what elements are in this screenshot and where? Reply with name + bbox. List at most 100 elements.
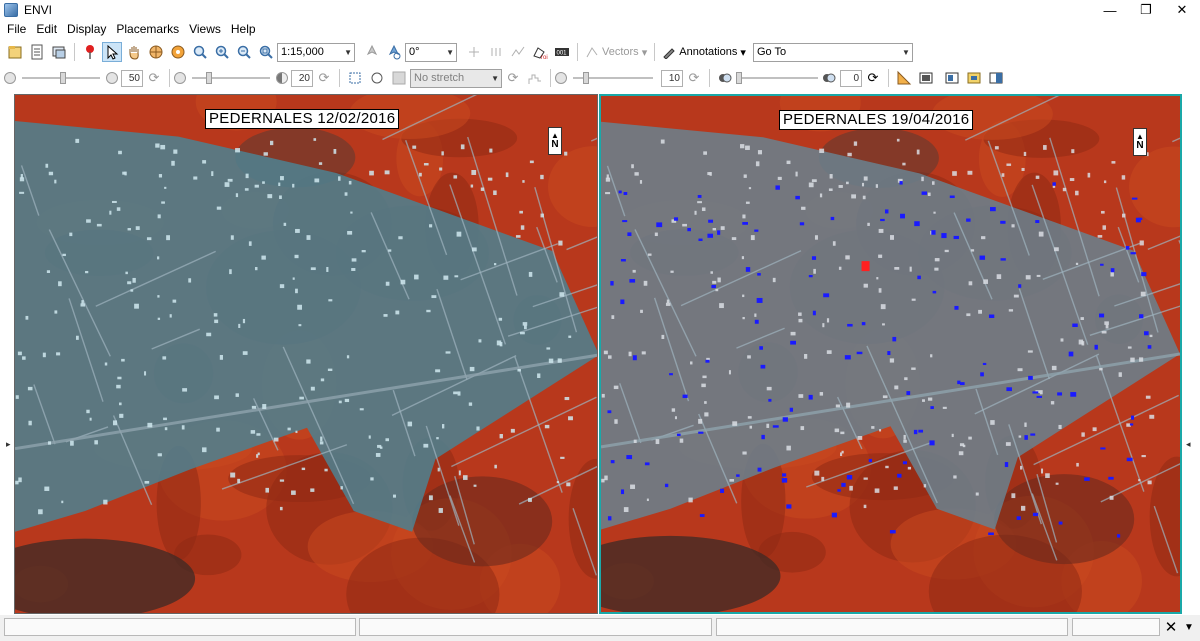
stretch-value: No stretch [414,72,465,84]
status-panel-4 [1072,618,1160,636]
refresh-icon[interactable]: ⟳ [503,68,523,88]
close-icon[interactable]: ✕ [1162,618,1180,636]
layer-manager-icon[interactable] [49,42,69,62]
right-panel-toggle-icon[interactable]: ◂ [1186,439,1191,450]
rotation-value: 0° [409,46,420,58]
flicker-icon[interactable] [964,68,984,88]
refresh-icon[interactable]: ⟳ [144,68,164,88]
svg-text:001: 001 [557,51,568,57]
roi-tool-icon[interactable]: roi [530,42,550,62]
left-panel-toggle-icon[interactable]: ▸ [6,439,11,450]
scale-combo[interactable]: 1:15,000 ▼ [277,42,355,62]
pan-hand-icon[interactable] [124,42,144,62]
status-panel-2 [359,618,712,636]
sharpen-value[interactable]: 10 [661,69,683,87]
zoom-out-icon[interactable] [234,42,254,62]
open-file-icon[interactable] [5,42,25,62]
rotation-combo[interactable]: 0° ▼ [405,42,457,62]
window-controls: — ❐ ✕ [1092,0,1200,20]
data-manager-icon[interactable] [27,42,47,62]
full-extent-icon[interactable] [256,42,276,62]
display-toolbar: 50 ⟳ 20 ⟳ No stretch ▼ ⟳ 10 ⟳ 0 ⟳ [0,66,1200,90]
transparency-slider[interactable] [736,71,818,85]
chevron-down-icon: ▼ [446,47,454,57]
title-bar: ENVI — ❐ ✕ [0,0,1200,20]
stretch-type-icon[interactable] [389,68,409,88]
stretch-combo[interactable]: No stretch ▼ [410,68,502,88]
refresh-icon[interactable]: ⟳ [314,68,334,88]
transparency-icon [715,68,735,88]
status-bar: ✕ ▼ [0,615,1200,641]
placemark-pin-icon[interactable] [80,42,100,62]
sharpen-icon [555,72,567,84]
minimize-button[interactable]: — [1092,0,1128,20]
satellite-image-2016-02-12 [15,95,597,613]
rotate-north-icon[interactable] [362,42,382,62]
menu-placemarks[interactable]: Placemarks [111,20,184,38]
refresh-icon[interactable]: ⟳ [863,68,883,88]
satellite-image-2016-04-19 [601,96,1180,612]
cursor-value-icon[interactable] [486,42,506,62]
chevron-down-icon: ▼ [902,47,910,57]
contrast-half-icon [276,72,288,84]
profile-icon[interactable] [508,42,528,62]
annotations-label: Annotations [679,46,738,58]
histogram-icon[interactable] [525,68,545,88]
measure-icon[interactable] [894,68,914,88]
brightness-reset-icon[interactable] [106,72,118,84]
rotate-view-icon[interactable] [384,42,404,62]
swipe-icon[interactable] [986,68,1006,88]
north-label: N [551,139,559,150]
vectors-label: Vectors [602,46,639,58]
menu-display[interactable]: Display [62,20,111,38]
menu-bar: File Edit Display Placemarks Views Help [0,20,1200,38]
chip-view-icon[interactable] [916,68,936,88]
collapse-icon[interactable]: ▼ [1180,618,1198,636]
chevron-down-icon: ▼ [491,73,499,83]
brightness-slider[interactable] [22,71,100,85]
envi-app-icon [4,3,18,17]
sharpen-slider[interactable] [573,71,653,85]
north-label: N [1136,140,1144,151]
brightness-icon [4,72,16,84]
north-arrow-icon: ▲ N [1133,128,1147,156]
portal-icon[interactable] [942,68,962,88]
menu-edit[interactable]: Edit [31,20,62,38]
window-title: ENVI [24,3,53,17]
north-arrow-icon: ▲ N [548,127,562,155]
rotate-icon[interactable] [168,42,188,62]
status-panel-1 [4,618,356,636]
image-date-label: PEDERNALES 19/04/2016 [779,110,974,130]
close-window-button[interactable]: ✕ [1164,0,1200,20]
menu-file[interactable]: File [2,20,31,38]
view-right[interactable]: PEDERNALES 19/04/2016 ▲ N [599,94,1182,614]
image-date-label: PEDERNALES 12/02/2016 [205,109,400,129]
crosshair-icon[interactable] [464,42,484,62]
contrast-icon [174,72,186,84]
refresh-icon[interactable]: ⟳ [684,68,704,88]
annotations-dropdown[interactable]: Annotations ▾ [659,42,749,62]
select-cursor-icon[interactable] [102,42,122,62]
zoom-icon[interactable] [190,42,210,62]
view-area: ▸ PEDERNALES 12/02/2016 ▲ N PEDERNALES 19… [0,92,1200,614]
vectors-dropdown[interactable]: Vectors ▾ [582,42,650,62]
transparency-value[interactable]: 0 [840,69,862,87]
view-left[interactable]: PEDERNALES 12/02/2016 ▲ N [14,94,598,614]
restore-button[interactable]: ❐ [1128,0,1164,20]
stretch-extent-icon[interactable] [345,68,365,88]
svg-text:roi: roi [541,55,548,60]
fly-icon[interactable] [146,42,166,62]
brightness-value[interactable]: 50 [121,69,143,87]
status-panel-3 [716,618,1068,636]
contrast-value[interactable]: 20 [291,69,313,87]
goto-combo[interactable]: Go To ▼ [752,42,913,62]
menu-views[interactable]: Views [184,20,226,38]
menu-help[interactable]: Help [226,20,261,38]
transparency-end-icon [819,68,839,88]
goto-value: Go To [756,46,787,58]
stretch-circle-icon[interactable] [367,68,387,88]
contrast-slider[interactable] [192,71,270,85]
scale-value: 1:15,000 [281,46,324,58]
coordinate-icon[interactable]: 001 [552,42,572,62]
zoom-in-icon[interactable] [212,42,232,62]
